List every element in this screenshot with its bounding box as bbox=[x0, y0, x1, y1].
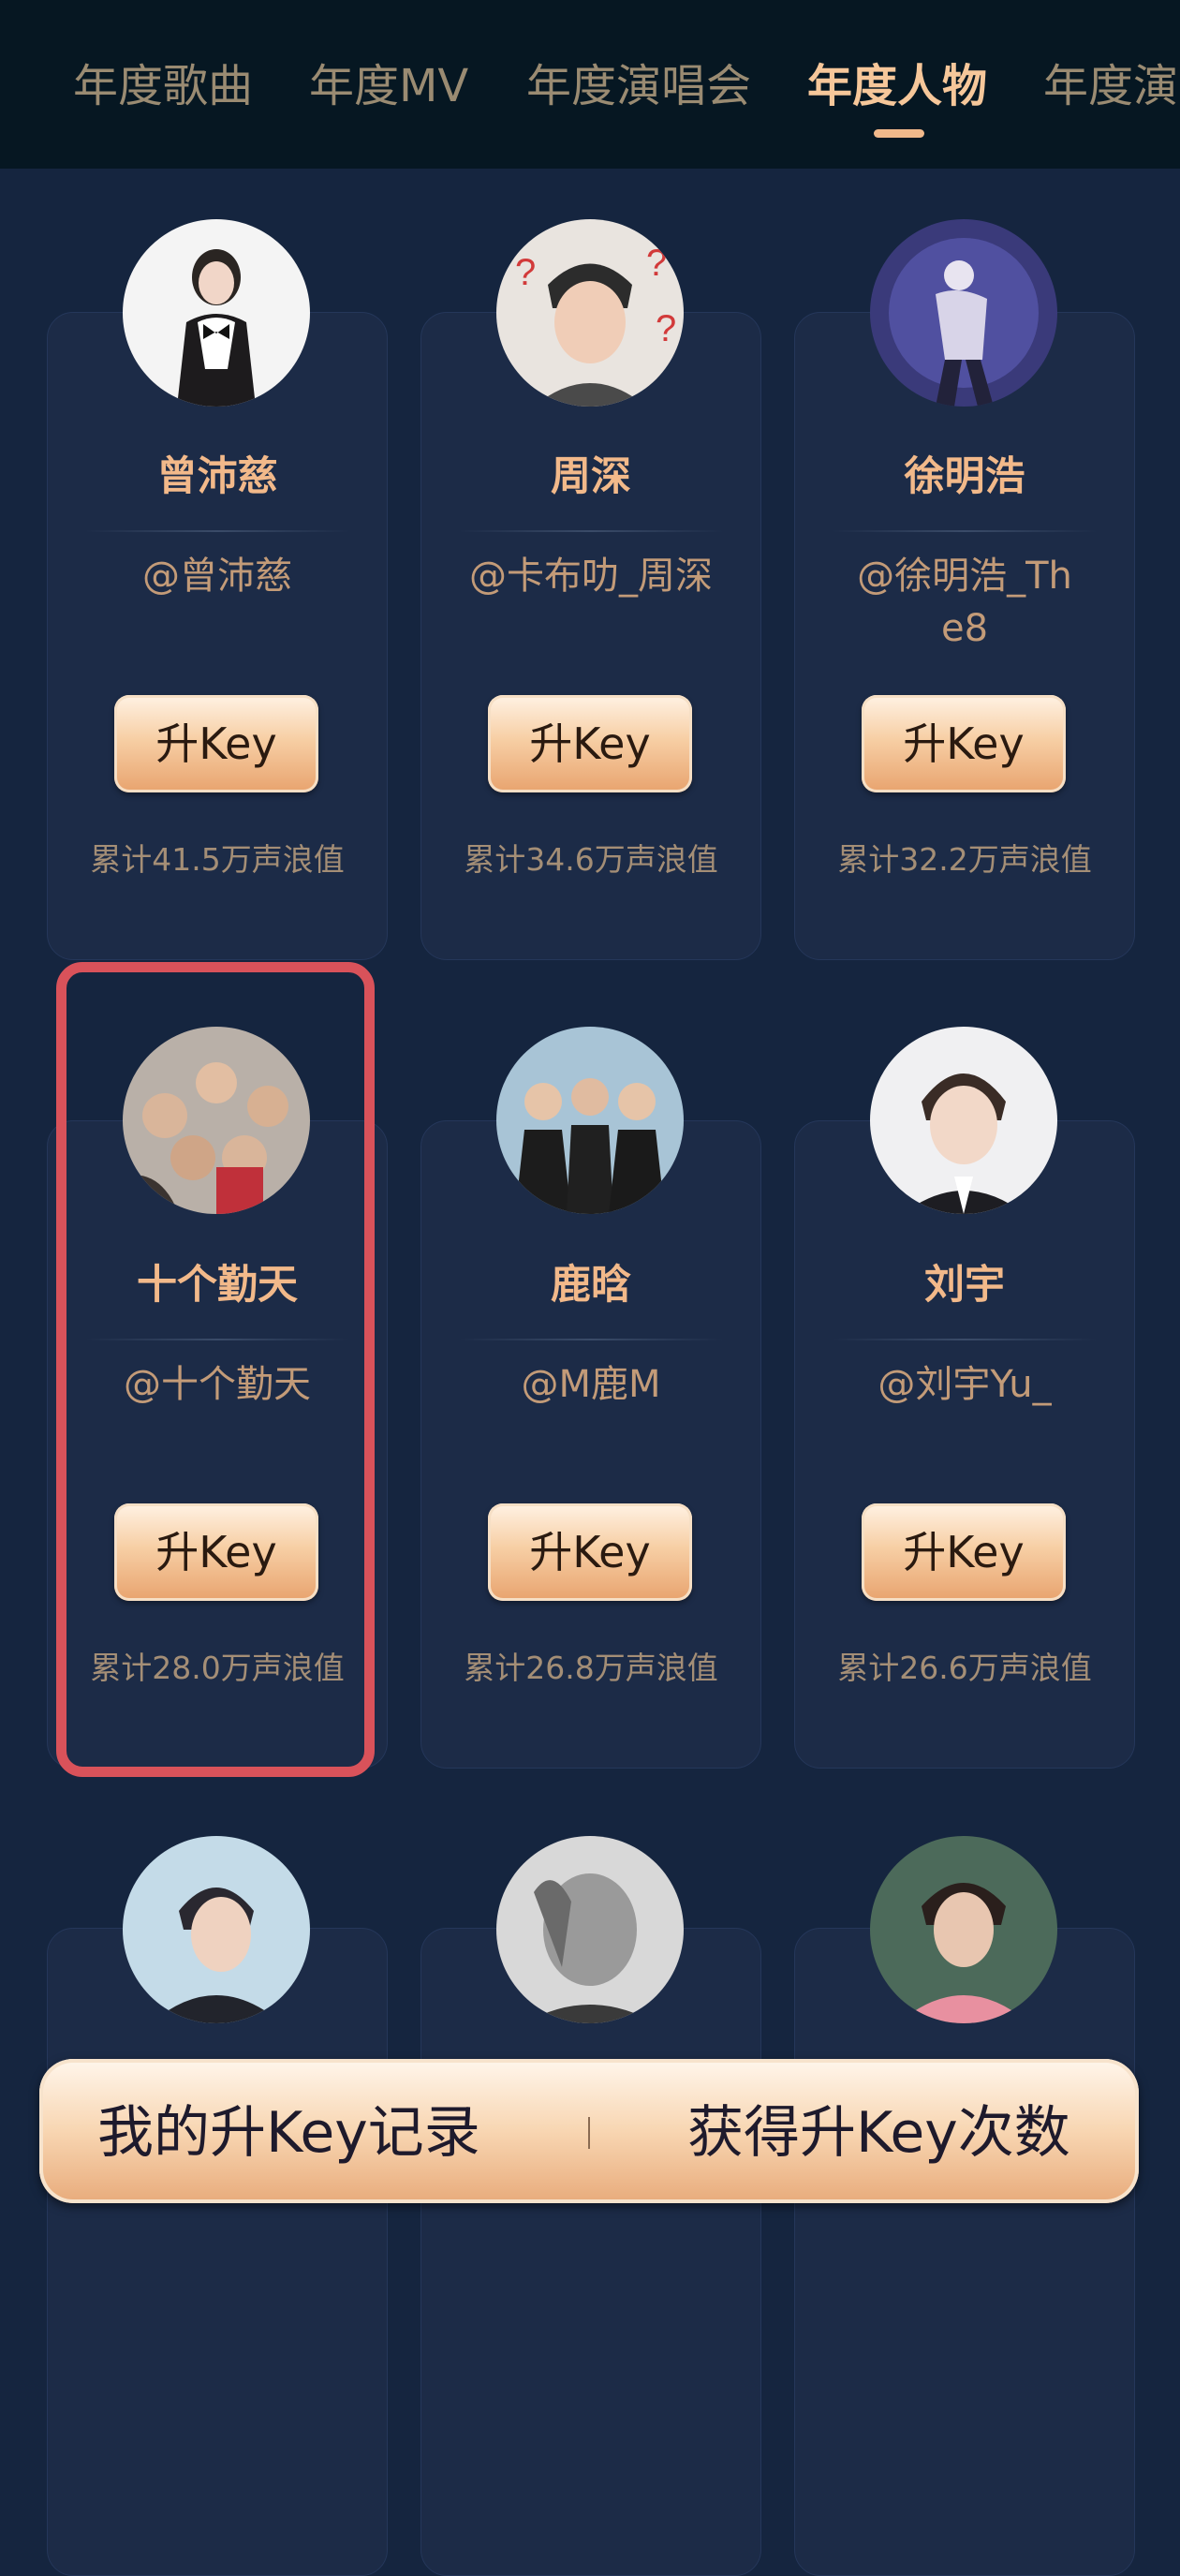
card-divider bbox=[459, 1339, 723, 1340]
person-photo-icon bbox=[123, 219, 310, 407]
voice-score: 累计32.2万声浪值 bbox=[837, 841, 1092, 878]
bottom-divider bbox=[588, 2117, 590, 2149]
voice-score: 累计26.6万声浪值 bbox=[837, 1650, 1092, 1686]
active-tab-indicator bbox=[874, 129, 924, 138]
artist-avatar[interactable] bbox=[870, 219, 1057, 407]
artist-card[interactable] bbox=[47, 1928, 388, 2576]
artist-avatar[interactable] bbox=[870, 1836, 1057, 2023]
boost-key-button[interactable]: 升Key bbox=[862, 695, 1066, 792]
artist-avatar[interactable] bbox=[123, 1836, 310, 2023]
card-divider bbox=[833, 530, 1097, 532]
get-key-count-button[interactable]: 获得升Key次数 bbox=[687, 2100, 1070, 2166]
tab-annual-performance[interactable]: 年度演 bbox=[1043, 58, 1178, 114]
artist-name: 鹿晗 bbox=[551, 1262, 631, 1309]
voice-score: 累计41.5万声浪值 bbox=[90, 841, 345, 878]
artist-card[interactable]: 曾沛慈 @曾沛慈 升Key 累计41.5万声浪值 bbox=[47, 312, 388, 960]
artist-handle: @徐明浩_The8 bbox=[857, 555, 1072, 650]
voice-score: 累计34.6万声浪值 bbox=[464, 841, 718, 878]
artist-handle: @曾沛慈 bbox=[142, 555, 292, 598]
card-divider bbox=[85, 530, 349, 532]
artist-handle: @刘宇Yu_ bbox=[878, 1363, 1052, 1406]
artist-name: 曾沛慈 bbox=[156, 453, 278, 500]
artist-handle: @M鹿M bbox=[521, 1363, 661, 1406]
artist-name: 刘宇 bbox=[924, 1262, 1005, 1309]
voice-score: 累计26.8万声浪值 bbox=[464, 1650, 718, 1686]
boost-key-button[interactable]: 升Key bbox=[488, 1503, 692, 1601]
tab-annual-mv[interactable]: 年度MV bbox=[309, 58, 468, 114]
artist-avatar[interactable] bbox=[123, 219, 310, 407]
person-photo-icon bbox=[123, 1836, 310, 2023]
selected-card-highlight bbox=[56, 962, 375, 1777]
artist-card[interactable]: 鹿晗 @M鹿M 升Key 累计26.8万声浪值 bbox=[420, 1120, 761, 1769]
group-photo-icon bbox=[496, 1027, 684, 1214]
artist-card[interactable]: 刘宇 @刘宇Yu_ 升Key 累计26.6万声浪值 bbox=[794, 1120, 1135, 1769]
artist-card[interactable] bbox=[420, 1928, 761, 2576]
boost-key-button[interactable]: 升Key bbox=[488, 695, 692, 792]
svg-text:?: ? bbox=[646, 243, 667, 284]
svg-text:?: ? bbox=[656, 308, 676, 349]
card-divider bbox=[459, 530, 723, 532]
person-photo-icon bbox=[496, 1836, 684, 2023]
artist-avatar[interactable]: ? ? ? bbox=[496, 219, 684, 407]
boost-key-button[interactable]: 升Key bbox=[862, 1503, 1066, 1601]
tab-annual-person[interactable]: 年度人物 bbox=[807, 58, 987, 114]
artist-card[interactable] bbox=[794, 1928, 1135, 2576]
category-tab-bar: 年度歌曲 年度MV 年度演唱会 年度人物 年度演 bbox=[0, 0, 1180, 169]
artist-name: 周深 bbox=[551, 453, 631, 500]
person-photo-icon bbox=[870, 219, 1057, 407]
artist-avatar[interactable] bbox=[870, 1027, 1057, 1214]
card-divider bbox=[833, 1339, 1097, 1340]
svg-text:?: ? bbox=[515, 252, 536, 293]
my-key-record-button[interactable]: 我的升Key记录 bbox=[97, 2100, 480, 2166]
tab-annual-concert[interactable]: 年度演唱会 bbox=[526, 58, 751, 114]
artist-avatar[interactable] bbox=[496, 1027, 684, 1214]
artist-card[interactable]: 周深 @卡布叻_周深 升Key 累计34.6万声浪值 bbox=[420, 312, 761, 960]
person-photo-icon bbox=[870, 1027, 1057, 1214]
boost-key-button[interactable]: 升Key bbox=[114, 695, 318, 792]
person-photo-icon bbox=[870, 1836, 1057, 2023]
tab-annual-songs[interactable]: 年度歌曲 bbox=[73, 58, 253, 114]
artist-card[interactable]: 徐明浩 @徐明浩_The8 升Key 累计32.2万声浪值 bbox=[794, 312, 1135, 960]
artist-avatar[interactable] bbox=[496, 1836, 684, 2023]
artist-name: 徐明浩 bbox=[904, 453, 1025, 500]
bottom-action-bar: 我的升Key记录 获得升Key次数 bbox=[39, 2059, 1139, 2203]
person-photo-icon: ? ? ? bbox=[496, 219, 684, 407]
artist-handle: @卡布叻_周深 bbox=[469, 555, 713, 598]
